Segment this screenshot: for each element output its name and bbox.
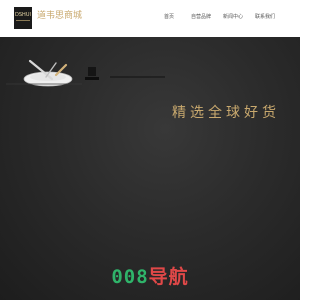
hero-still-life-image bbox=[6, 59, 165, 87]
logo-mark: DSHUI bbox=[15, 12, 31, 18]
nav-item-news[interactable]: 新闻中心 bbox=[223, 14, 243, 21]
nav-item-home[interactable]: 首页 bbox=[164, 14, 174, 21]
nav-item-contact[interactable]: 联系我们 bbox=[255, 14, 275, 21]
brand-watermark[interactable]: 008导航 bbox=[111, 265, 188, 289]
hero-banner: 精选全球好货 008导航 bbox=[0, 37, 300, 300]
logo-name[interactable]: 道韦思商城 bbox=[37, 10, 82, 22]
site-header: DSHUI 道韦思商城 首页 自营品牌 新闻中心 联系我们 bbox=[0, 0, 300, 37]
brand-text: 导航 bbox=[148, 266, 189, 288]
logo-underline bbox=[16, 20, 30, 21]
hero-slogan: 精选全球好货 bbox=[172, 105, 280, 121]
nav-item-brand[interactable]: 自营品牌 bbox=[191, 14, 211, 21]
brand-number: 008 bbox=[111, 266, 149, 288]
site-logo[interactable]: DSHUI bbox=[14, 7, 32, 29]
